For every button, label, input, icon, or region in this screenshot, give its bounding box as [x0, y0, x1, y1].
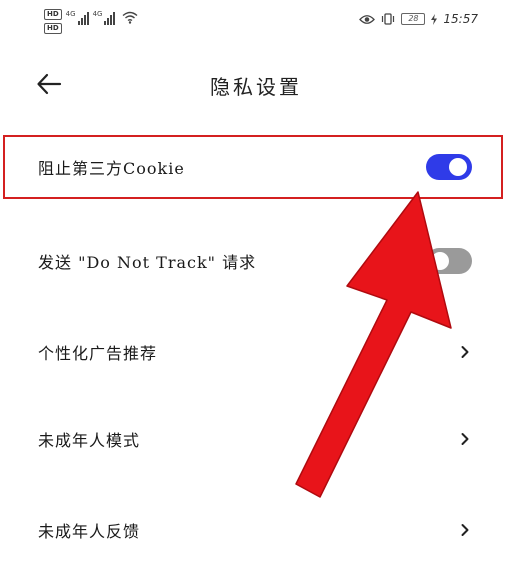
vibrate-icon	[382, 13, 395, 25]
status-right: 28 15:57	[359, 12, 478, 26]
eye-icon	[359, 14, 376, 24]
setting-minor-feedback[interactable]: 未成年人反馈	[0, 499, 512, 561]
hd-badge-2: HD	[44, 23, 62, 34]
toggle-knob	[431, 252, 449, 270]
chevron-right-icon	[461, 433, 469, 445]
sim2-network-label: 4G	[92, 10, 103, 18]
chevron-right-icon	[461, 524, 469, 536]
page-header: 隐私设置	[0, 62, 512, 106]
setting-label-minor-feedback: 未成年人反馈	[38, 522, 141, 541]
charging-icon	[431, 13, 438, 25]
annotation-highlight-box	[3, 135, 503, 199]
status-bar: HD HD 4G 4G 28 15:57	[0, 0, 512, 44]
status-time: 15:57	[443, 12, 478, 26]
setting-do-not-track[interactable]: 发送 "Do Not Track" 请求	[0, 230, 512, 292]
do-not-track-toggle[interactable]	[426, 248, 472, 274]
setting-label-minor-mode: 未成年人模式	[38, 431, 141, 450]
setting-minor-mode[interactable]: 未成年人模式	[0, 408, 512, 470]
setting-label-personalized-ads: 个性化广告推荐	[38, 344, 158, 363]
setting-personalized-ads[interactable]: 个性化广告推荐	[0, 321, 512, 383]
hd-stack: HD HD	[44, 9, 62, 34]
signal-icon-sim2: 4G	[93, 11, 116, 25]
wifi-icon	[122, 11, 138, 24]
hd-badge-1: HD	[44, 9, 62, 20]
sim1-network-label: 4G	[65, 10, 76, 18]
page-title: 隐私设置	[210, 75, 302, 99]
setting-label-do-not-track: 发送 "Do Not Track" 请求	[38, 253, 257, 272]
signal-icon-sim1: 4G	[66, 11, 89, 25]
chevron-right-icon	[461, 346, 469, 358]
status-left: HD HD 4G 4G	[44, 9, 138, 34]
battery-icon: 28	[401, 13, 426, 25]
